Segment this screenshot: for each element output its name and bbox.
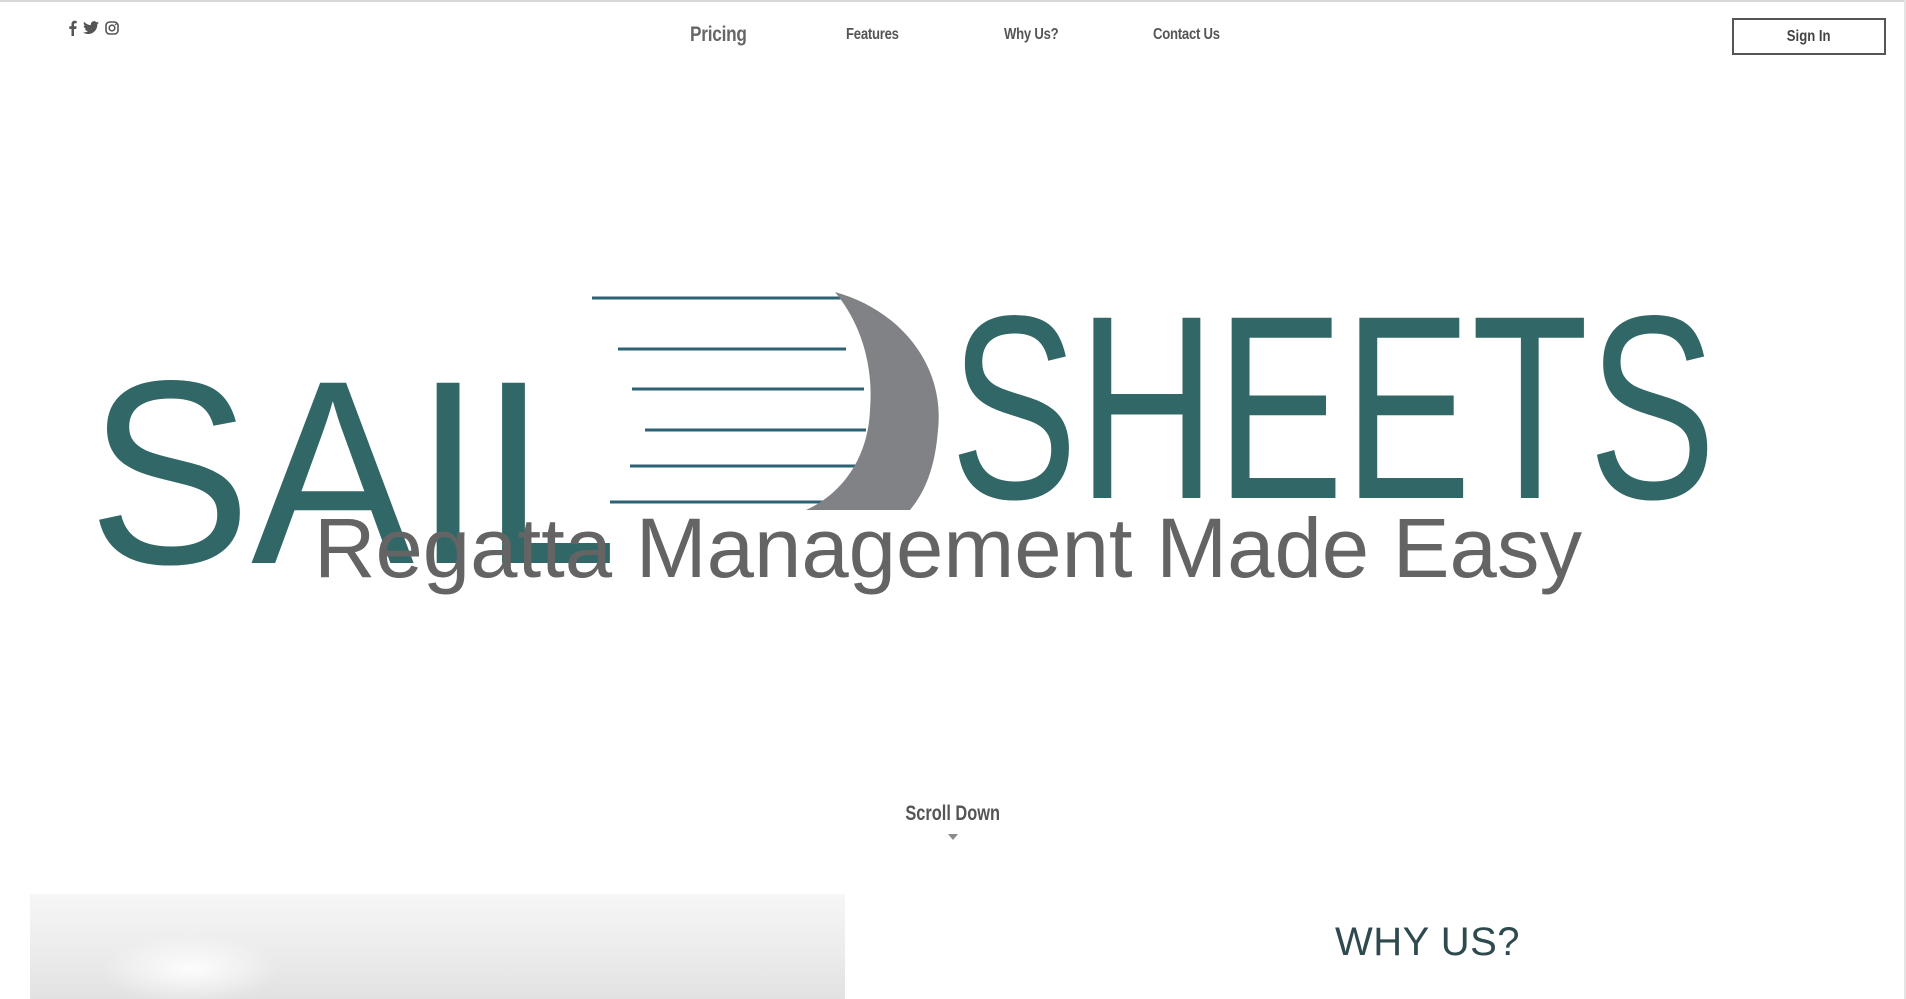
nav-contact-us[interactable]: Contact Us: [1153, 26, 1220, 44]
logo-graphic: SAIL SHEETS Regatta Management Made Easy: [88, 270, 1716, 600]
sail-lines: [592, 296, 866, 504]
sail-icon: [806, 292, 939, 510]
main-nav: Pricing Features Why Us? Contact Us: [0, 22, 1906, 52]
scroll-down-link[interactable]: Scroll Down: [853, 802, 1053, 840]
nav-pricing[interactable]: Pricing: [690, 23, 747, 47]
sign-in-button[interactable]: Sign In: [1732, 18, 1886, 55]
why-us-heading: WHY US?: [1334, 920, 1521, 964]
caret-down-icon: [948, 834, 958, 840]
scroll-down-label: Scroll Down: [905, 802, 1001, 825]
nav-features[interactable]: Features: [846, 26, 899, 44]
sign-in-label: Sign In: [1787, 27, 1831, 45]
hero-photo: [30, 894, 845, 999]
sailsheets-logo: SAIL SHEETS Regatta Management Made Easy: [0, 270, 1906, 600]
logo-tagline: Regatta Management Made Easy: [314, 501, 1582, 595]
top-divider: [0, 0, 1906, 2]
page: Pricing Features Why Us? Contact Us Sign…: [0, 0, 1906, 999]
nav-why-us[interactable]: Why Us?: [1004, 26, 1059, 44]
